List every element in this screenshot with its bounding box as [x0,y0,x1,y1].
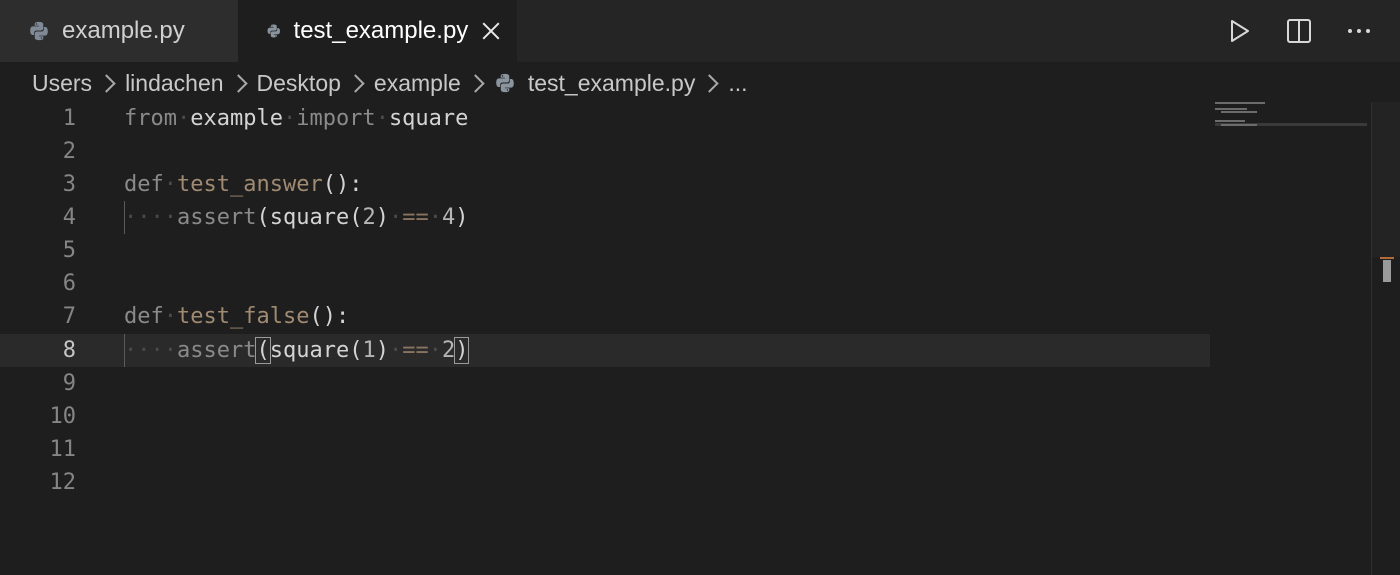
line-number: 12 [49,470,77,495]
chevron-right-icon [346,73,365,93]
minimap-line [1215,108,1247,110]
line-number: 6 [62,271,76,296]
minimap-line [1215,102,1265,104]
line-number: 3 [62,172,76,197]
breadcrumb-item-symbol[interactable]: ... [728,70,747,97]
close-icon[interactable] [482,22,495,40]
code-line: 11 [0,433,1210,466]
minimap-line [1221,111,1257,113]
code-line: 10 [0,400,1210,433]
python-icon [30,21,48,41]
line-number: 1 [62,106,76,131]
line-number: 9 [62,371,76,396]
chevron-right-icon [466,73,485,93]
code-text: ····assert(square(1)·==·2) [124,337,470,364]
code-text: ····assert(square(2)·==·4) [124,205,469,230]
breadcrumb: Users lindachen Desktop example test_exa… [32,62,748,104]
chevron-right-icon [228,73,248,93]
code-text: from·example·import·square [124,106,469,131]
tab-example-py[interactable]: example.py [0,0,238,62]
code-line: 5 [0,234,1210,267]
code-line: 4 ····assert(square(2)·==·4) [0,201,1210,234]
code-text: def·test_false(): [124,304,350,329]
tab-label: test_example.py [293,17,469,44]
code-line: 6 [0,267,1210,300]
overview-ruler-marker [1380,257,1394,259]
minimap-line [1221,124,1257,126]
line-number: 2 [62,139,76,164]
breadcrumb-item-desktop[interactable]: Desktop [257,70,341,97]
vertical-scrollbar[interactable] [1371,102,1400,575]
breadcrumb-item-file[interactable]: test_example.py [528,70,695,97]
matching-bracket: ) [454,337,470,364]
tab-label: example.py [62,17,185,44]
line-number: 7 [62,304,76,329]
python-icon [267,24,280,38]
breadcrumb-item-example[interactable]: example [374,70,461,97]
chevron-right-icon [700,73,720,93]
tab-test-example-py[interactable]: test_example.py [238,0,518,62]
minimap-line [1215,120,1245,122]
line-number: 4 [62,205,76,230]
code-editor[interactable]: 1 from·example·import·square 2 3 def·tes… [0,102,1370,575]
code-line: 9 [0,367,1210,400]
minimap[interactable] [1215,100,1367,140]
code-line: 7 def·test_false(): [0,300,1210,333]
line-number: 5 [62,238,76,263]
editor-actions [1226,0,1400,62]
breadcrumb-item-users[interactable]: Users [32,70,92,97]
code-text: def·test_answer(): [124,172,363,197]
more-actions-icon[interactable] [1346,18,1372,44]
line-number: 8 [62,338,76,363]
chevron-right-icon [97,73,116,93]
split-editor-icon[interactable] [1286,18,1312,44]
code-line: 2 [0,135,1210,168]
line-number: 10 [49,404,77,429]
tab-bar: example.py test_example.py [0,0,1400,62]
run-icon[interactable] [1226,18,1252,44]
breadcrumb-item-lindachen[interactable]: lindachen [125,70,223,97]
matching-bracket: ( [255,337,271,364]
scrollbar-thumb[interactable] [1372,102,1400,257]
code-line: 1 from·example·import·square [0,102,1210,135]
python-icon [496,73,514,93]
line-number: 11 [49,437,77,462]
code-line: 3 def·test_answer(): [0,168,1210,201]
code-line: 12 [0,466,1210,499]
code-line-current: 8 ····assert(square(1)·==·2) [0,334,1210,367]
cursor-position-marker [1383,260,1391,282]
